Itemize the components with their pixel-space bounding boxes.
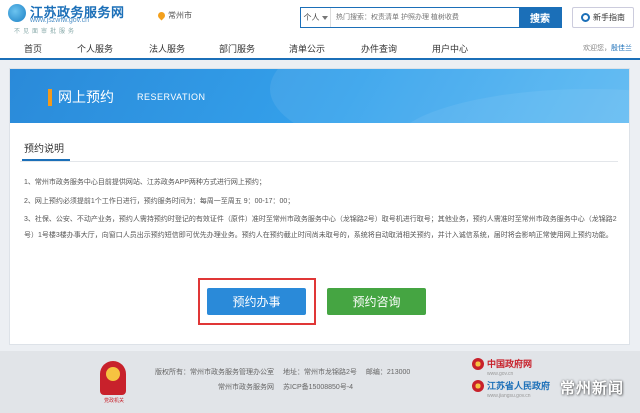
logo-url: www.jszwfw.gov.cn — [30, 17, 89, 24]
chevron-down-icon — [321, 15, 328, 20]
party-gov-badge-icon[interactable] — [100, 361, 126, 395]
site-logo[interactable]: 江苏政务服务网 www.jszwfw.gov.cn 不见面审批服务 — [8, 2, 148, 35]
nav-item-query[interactable]: 办件查询 — [361, 42, 397, 55]
nav-item-corporate[interactable]: 法人服务 — [149, 42, 185, 55]
section-title: 预约说明 — [24, 144, 64, 155]
reservation-banner: 网上预约 RESERVATION — [10, 69, 629, 123]
section-title-underline — [22, 159, 70, 161]
nav-item-home[interactable]: 首页 — [24, 42, 42, 55]
search-input[interactable] — [331, 8, 519, 27]
banner-accent-bar — [48, 89, 52, 106]
nav-item-department[interactable]: 部门服务 — [219, 42, 255, 55]
jiangsu-gov-label: 江苏省人民政府 — [487, 381, 551, 391]
guide-button[interactable]: 新手指南 — [572, 7, 634, 28]
top-header: 江苏政务服务网 www.jszwfw.gov.cn 不见面审批服务 常州市 个人… — [0, 0, 640, 36]
reservation-panel: 网上预约 RESERVATION 预约说明 1、常州市政务服务中心目前提供网站、… — [9, 68, 630, 345]
guide-icon — [581, 13, 590, 22]
footer-info-line: 版权所有：常州市政务服务管理办公室 地址：常州市龙锦路2号 邮编：213000 — [155, 367, 419, 377]
location-pin-icon — [156, 10, 167, 21]
reservation-notes: 1、常州市政务服务中心目前提供网站、江苏政务APP两种方式进行网上预约； 2、网… — [24, 175, 619, 246]
gov-cn-link[interactable]: 中国政府网 — [472, 357, 532, 370]
national-emblem-icon — [472, 379, 484, 392]
search-button[interactable]: 搜索 — [519, 8, 561, 27]
section-divider — [20, 161, 618, 162]
guide-label: 新手指南 — [593, 13, 625, 22]
main-nav: 首页 个人服务 法人服务 部门服务 清单公示 办件查询 用户中心 欢迎您，殷佳兰 — [0, 36, 640, 60]
jiangsu-gov-url: www.jiangsu.gov.cn — [487, 393, 531, 399]
footer-postcode: 邮编：213000 — [365, 369, 411, 376]
gov-cn-url: www.gov.cn — [487, 371, 514, 377]
nav-item-user-center[interactable]: 用户中心 — [432, 42, 468, 55]
national-emblem-icon — [472, 357, 484, 370]
badge-emblem-icon — [106, 367, 120, 381]
note-item: 3、社保、公安、不动产业务，预约人需持预约时登记的有效证件（原件）准时至常州市政… — [24, 216, 617, 239]
news-watermark: 常州新闻 — [560, 380, 625, 397]
welcome-label: 欢迎您， — [583, 45, 611, 52]
book-service-button[interactable]: 预约办事 — [207, 288, 306, 315]
logo-subtitle: 不见面审批服务 — [14, 29, 78, 35]
welcome-text: 欢迎您，殷佳兰 — [583, 43, 632, 53]
note-item: 2、网上预约必须提前1个工作日进行，预约服务时间为：每周一至周五 9：00-17… — [24, 197, 295, 205]
search-bar: 个人 搜索 — [300, 7, 562, 28]
city-selector[interactable]: 常州市 — [156, 10, 192, 21]
city-name: 常州市 — [168, 11, 192, 20]
logo-emblem-icon — [8, 4, 26, 22]
footer-site-name: 常州市政务服务网 — [218, 384, 274, 391]
note-item: 1、常州市政务服务中心目前提供网站、江苏政务APP两种方式进行网上预约； — [24, 179, 266, 186]
search-scope-label: 个人 — [303, 13, 320, 22]
footer-copyright: 版权所有：常州市政务服务管理办公室 — [155, 369, 274, 376]
search-scope-dropdown[interactable]: 个人 — [301, 8, 331, 27]
user-name-link[interactable]: 殷佳兰 — [611, 45, 632, 52]
footer-icp[interactable]: 苏ICP备15008850号-4 — [283, 384, 353, 391]
jiangsu-gov-link[interactable]: 江苏省人民政府 — [472, 379, 550, 392]
nav-item-personal[interactable]: 个人服务 — [77, 42, 113, 55]
footer-info-line: 常州市政务服务网 苏ICP备15008850号-4 — [218, 382, 362, 392]
nav-item-lists[interactable]: 清单公示 — [289, 42, 325, 55]
banner-title: 网上预约 — [58, 89, 114, 105]
banner-title-en: RESERVATION — [137, 92, 206, 102]
footer-address: 地址：常州市龙锦路2号 — [283, 369, 357, 376]
page-footer: 党政机关 版权所有：常州市政务服务管理办公室 地址：常州市龙锦路2号 邮编：2130… — [0, 351, 640, 413]
gov-cn-label: 中国政府网 — [487, 359, 533, 369]
book-consultation-button[interactable]: 预约咨询 — [327, 288, 426, 315]
badge-label: 党政机关 — [103, 398, 124, 404]
